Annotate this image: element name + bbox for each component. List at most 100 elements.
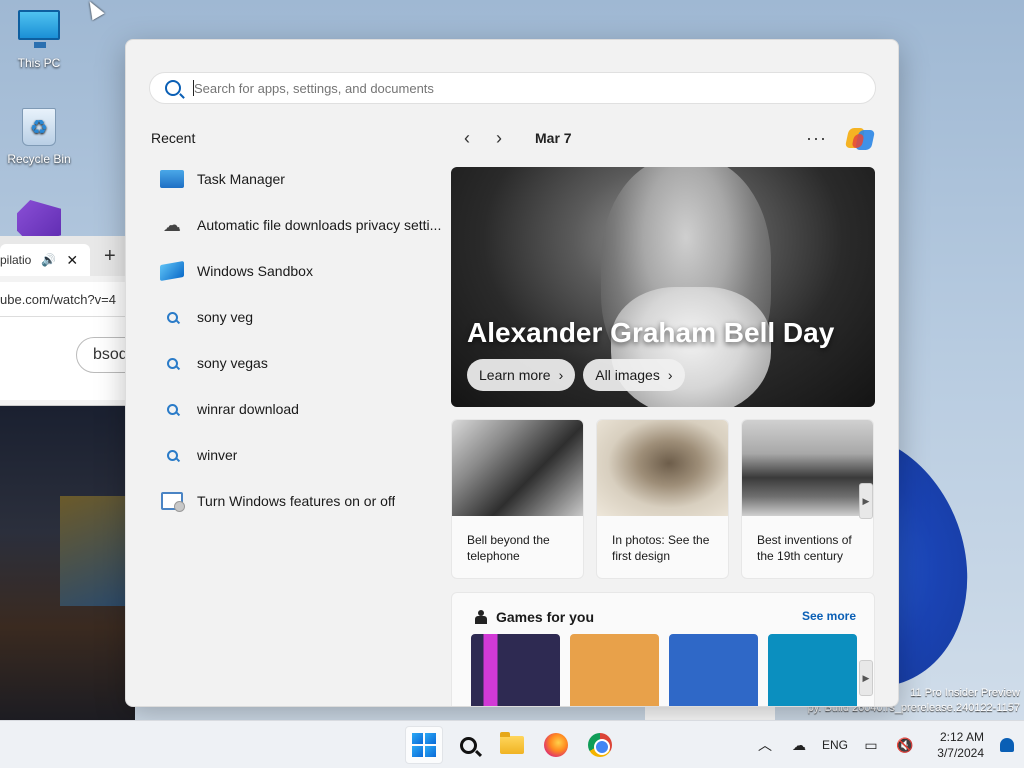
chrome-icon — [588, 733, 612, 757]
search-icon — [166, 311, 178, 323]
all-images-label: All images — [595, 367, 660, 383]
recent-heading: Recent — [151, 130, 196, 146]
chrome-button[interactable] — [581, 726, 619, 764]
game-tile[interactable] — [669, 634, 758, 706]
language-indicator[interactable]: ENG — [816, 738, 854, 752]
all-images-button[interactable]: All images › — [583, 359, 685, 391]
feed-cards: Bell beyond the telephone In photos: See… — [451, 419, 875, 579]
card-caption: In photos: See the first design — [612, 533, 710, 563]
game-tile[interactable] — [768, 634, 857, 706]
recent-item-download-privacy[interactable]: ☁ Automatic file downloads privacy setti… — [151, 202, 451, 248]
browser-tab[interactable]: pilatio 🔊 ✕ — [0, 244, 90, 276]
start-search-input[interactable] — [194, 80, 794, 96]
games-scroll-right-icon[interactable]: ▶ — [859, 660, 873, 696]
copilot-icon[interactable] — [844, 124, 876, 152]
search-icon — [459, 736, 477, 754]
mouse-cursor-icon — [83, 0, 105, 21]
volume-muted-icon[interactable]: 🔇 — [888, 737, 922, 754]
feed-header: ‹ › Mar 7 ··· — [451, 124, 876, 152]
recent-item-search-sony-veg[interactable]: sony veg — [151, 294, 451, 340]
start-search-box[interactable] — [149, 72, 876, 104]
feed-card[interactable]: Bell beyond the telephone — [451, 419, 584, 579]
clock-date: 3/7/2024 — [937, 746, 984, 760]
desktop-icon-this-pc[interactable]: This PC — [0, 10, 78, 70]
onedrive-offline-icon[interactable]: ☁ — [782, 737, 816, 754]
game-tiles — [471, 634, 857, 706]
hero-title: Alexander Graham Bell Day — [467, 317, 835, 348]
file-explorer-button[interactable] — [493, 726, 531, 764]
clock-time: 2:12 AM — [939, 730, 984, 744]
card-caption: Best inventions of the 19th century — [757, 533, 852, 563]
new-tab-icon[interactable]: + — [104, 245, 116, 268]
chevron-right-icon[interactable]: › — [483, 124, 515, 152]
game-tile[interactable] — [471, 634, 560, 706]
speaker-icon[interactable]: 🔊 — [41, 253, 56, 267]
network-icon[interactable]: ▭ — [854, 737, 888, 754]
browser-tab-title: pilatio — [0, 253, 32, 267]
start-button[interactable] — [405, 726, 443, 764]
windows-features-icon — [161, 492, 185, 512]
taskbar-apps — [405, 726, 619, 764]
address-bar[interactable]: ube.com/watch?v=4 — [0, 282, 135, 316]
chevron-up-icon[interactable]: ︿ — [748, 735, 782, 755]
card-image — [742, 420, 873, 516]
recent-item-search-winver[interactable]: winver — [151, 432, 451, 478]
windows-logo-icon — [412, 733, 436, 757]
desktop-icon-recycle-bin[interactable]: ♻ Recycle Bin — [0, 108, 78, 166]
games-section: Games for you See more — [451, 592, 875, 706]
chevron-right-icon: › — [558, 367, 564, 383]
game-tile[interactable] — [570, 634, 659, 706]
firefox-button[interactable] — [537, 726, 575, 764]
taskbar-search-button[interactable] — [449, 726, 487, 764]
recent-list: Task Manager ☁ Automatic file downloads … — [151, 156, 451, 524]
card-image — [452, 420, 583, 516]
see-more-link[interactable]: See more — [802, 609, 856, 623]
cloud-icon: ☁ — [163, 214, 181, 235]
recent-item-task-manager[interactable]: Task Manager — [151, 156, 451, 202]
taskbar: ︿ ☁ ENG ▭ 🔇 2:12 AM 3/7/2024 — [0, 720, 1024, 768]
recent-item-label: Task Manager — [197, 171, 285, 187]
recent-item-label: sony veg — [197, 309, 254, 325]
search-icon — [166, 403, 178, 415]
learn-more-button[interactable]: Learn more › — [467, 359, 576, 391]
recent-item-search-sony-vegas[interactable]: sony vegas — [151, 340, 451, 386]
recent-item-label: Windows Sandbox — [197, 263, 313, 279]
chevron-left-icon[interactable]: ‹ — [451, 124, 483, 152]
notification-bell-icon[interactable] — [990, 738, 1024, 752]
recent-item-search-winrar[interactable]: winrar download — [151, 386, 451, 432]
address-text: ube.com/watch?v=4 — [0, 291, 116, 307]
monitor-icon — [18, 10, 60, 48]
recent-item-windows-sandbox[interactable]: Windows Sandbox — [151, 248, 451, 294]
feed-hero-card[interactable]: Alexander Graham Bell Day Learn more › A… — [451, 167, 875, 407]
cards-scroll-right-icon[interactable]: ▶ — [859, 483, 873, 519]
close-tab-icon[interactable]: ✕ — [66, 252, 78, 269]
chess-pawn-icon — [474, 610, 488, 624]
sandbox-icon — [160, 260, 184, 282]
page-search-value: bsod — [93, 346, 128, 363]
firefox-icon — [544, 733, 568, 757]
window-fragment — [645, 706, 775, 720]
recent-item-label: sony vegas — [197, 355, 268, 371]
folder-icon — [500, 732, 524, 754]
clock[interactable]: 2:12 AM 3/7/2024 — [922, 729, 984, 761]
feed-card[interactable]: Best inventions of the 19th century — [741, 419, 874, 579]
recent-item-label: winrar download — [197, 401, 299, 417]
desktop-icon-label: Recycle Bin — [7, 152, 71, 166]
browser-window: pilatio 🔊 ✕ + ube.com/watch?v=4 bsod — [0, 236, 156, 406]
games-heading-label: Games for you — [496, 609, 595, 625]
recent-item-windows-features[interactable]: Turn Windows features on or off — [151, 478, 451, 524]
recent-item-label: Automatic file downloads privacy setti..… — [197, 217, 442, 233]
start-menu: Recent Task Manager ☁ Automatic file dow… — [125, 39, 899, 707]
recent-item-label: winver — [197, 447, 238, 463]
desktop-icon-label: This PC — [17, 56, 61, 70]
video-content — [0, 406, 135, 722]
system-tray: ︿ ☁ ENG ▭ 🔇 2:12 AM 3/7/2024 — [748, 721, 1024, 768]
search-icon — [166, 449, 178, 461]
more-options-icon[interactable]: ··· — [806, 128, 827, 149]
hero-actions: Learn more › All images › — [467, 359, 685, 391]
search-icon — [166, 357, 178, 369]
recent-item-label: Turn Windows features on or off — [197, 493, 396, 509]
chevron-right-icon: › — [667, 367, 673, 383]
card-caption: Bell beyond the telephone — [467, 533, 550, 563]
feed-card[interactable]: In photos: See the first design — [596, 419, 729, 579]
